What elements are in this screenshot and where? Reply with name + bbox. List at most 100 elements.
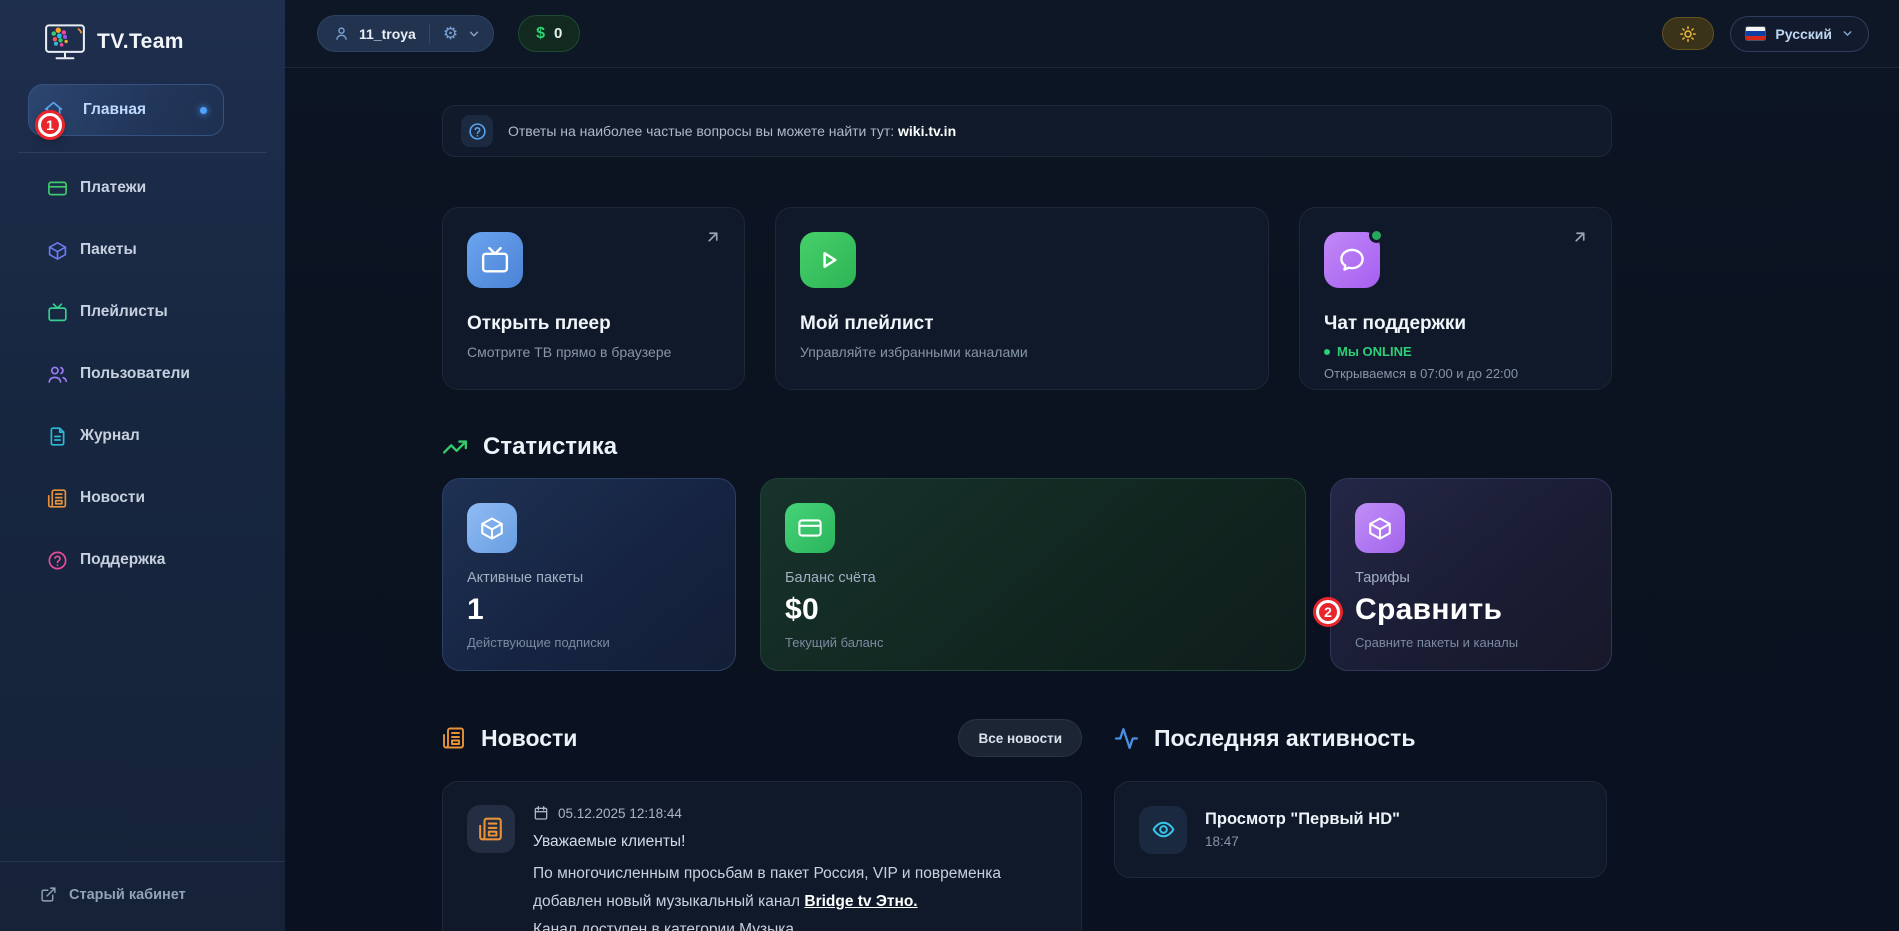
bottom-section: Новости Все новости 05.12.2	[442, 719, 1899, 931]
package-icon	[47, 240, 68, 261]
eye-icon	[1139, 806, 1187, 854]
activity-item: Просмотр "Первый HD" 18:47	[1114, 781, 1607, 878]
online-label: Мы ONLINE	[1337, 344, 1412, 359]
news-channel-link[interactable]: Bridge tv Этно.	[804, 893, 917, 910]
sidebar-item-journal[interactable]: Журнал	[0, 405, 285, 467]
user-menu[interactable]: 11_troya ⚙	[317, 15, 494, 52]
sidebar-divider	[18, 152, 267, 153]
active-packages-card: Активные пакеты 1 Действующие подписки	[442, 478, 736, 671]
news-item-content: 05.12.2025 12:18:44 Уважаемые клиенты! П…	[533, 805, 1057, 931]
stat-label: Активные пакеты	[467, 570, 711, 586]
username: 11_troya	[359, 26, 416, 42]
sidebar-item-label: Журнал	[80, 427, 140, 445]
stats-title: Статистика	[483, 433, 617, 461]
newspaper-icon	[47, 488, 68, 509]
sidebar-item-playlists[interactable]: Плейлисты	[0, 281, 285, 343]
stat-label: Баланс счёта	[785, 570, 1281, 586]
news-body: По многочисленным просьбам в пакет Росси…	[533, 860, 1057, 916]
activity-title: Последняя активность	[1154, 725, 1416, 752]
compare-link[interactable]: Сравнить	[1355, 593, 1587, 627]
russian-flag-icon	[1745, 26, 1766, 41]
stats-header: Статистика	[442, 433, 1899, 461]
activity-column: Последняя активность Просмотр "Первый HD…	[1114, 719, 1607, 931]
newspaper-icon	[442, 726, 466, 750]
news-date: 05.12.2025 12:18:44	[558, 806, 682, 821]
page-content: Ответы на наиболее частые вопросы вы мож…	[285, 68, 1899, 931]
news-title: Новости	[481, 725, 577, 752]
news-column: Новости Все новости 05.12.2	[442, 719, 1082, 931]
sidebar-item-label: Новости	[80, 489, 145, 507]
sidebar-item-label: Плейлисты	[80, 303, 168, 321]
sidebar-item-label: Главная	[83, 101, 146, 119]
sidebar-item-users[interactable]: Пользователи	[0, 343, 285, 405]
stat-value: $0	[785, 593, 1281, 627]
stats-cards: Активные пакеты 1 Действующие подписки Б…	[442, 478, 1612, 671]
package-icon	[467, 503, 517, 553]
package-open-icon	[1355, 503, 1405, 553]
stat-sub: Действующие подписки	[467, 635, 711, 650]
chip-divider	[429, 24, 430, 44]
balance-value: 0	[554, 25, 562, 42]
calendar-icon	[533, 805, 549, 821]
external-link-icon	[40, 886, 57, 903]
card-subtitle: Управляйте избранными каналами	[800, 344, 1244, 360]
app-root: TV.Team Главная Платежи П	[0, 0, 1899, 931]
stat-sub: Сравните пакеты и каналы	[1355, 635, 1587, 650]
wiki-link[interactable]: wiki.tv.in	[898, 123, 956, 139]
old-cabinet-link[interactable]: Старый кабинет	[0, 861, 285, 931]
news-date-row: 05.12.2025 12:18:44	[533, 805, 1057, 821]
sidebar-item-support[interactable]: Поддержка	[0, 529, 285, 591]
support-hours: Открываемся в 07:00 и до 22:00	[1324, 366, 1587, 381]
my-playlist-card[interactable]: Мой плейлист Управляйте избранными канал…	[775, 207, 1269, 390]
active-indicator-dot	[200, 107, 207, 114]
news-item: 05.12.2025 12:18:44 Уважаемые клиенты! П…	[442, 781, 1082, 931]
theme-toggle-button[interactable]	[1662, 17, 1714, 50]
sidebar-item-payments[interactable]: Платежи	[0, 157, 285, 219]
faq-text: Ответы на наиболее частые вопросы вы мож…	[508, 123, 898, 139]
question-circle-icon	[461, 115, 493, 147]
brand-logo: TV.Team	[0, 0, 285, 70]
stat-sub: Текущий баланс	[785, 635, 1281, 650]
language-selector[interactable]: Русский	[1730, 16, 1869, 52]
balance-pill[interactable]: $ 0	[518, 15, 580, 52]
language-label: Русский	[1775, 26, 1832, 42]
online-status: Мы ONLINE	[1324, 344, 1587, 359]
sidebar-item-news[interactable]: Новости	[0, 467, 285, 529]
file-text-icon	[47, 426, 68, 447]
dollar-icon: $	[536, 25, 545, 43]
news-body-text: По многочисленным просьбам в пакет Росси…	[533, 865, 1001, 910]
sidebar-item-label: Платежи	[80, 179, 146, 197]
sidebar-item-packages[interactable]: Пакеты	[0, 219, 285, 281]
quick-actions: Открыть плеер Смотрите ТВ прямо в браузе…	[442, 207, 1612, 390]
gear-icon[interactable]: ⚙	[443, 25, 458, 42]
tv-icon	[467, 232, 523, 288]
sidebar-item-label: Пакеты	[80, 241, 137, 259]
chevron-down-icon	[1841, 27, 1854, 40]
open-player-card[interactable]: Открыть плеер Смотрите ТВ прямо в браузе…	[442, 207, 745, 390]
chevron-down-icon[interactable]	[467, 27, 481, 41]
brand-name: TV.Team	[97, 30, 184, 54]
credit-card-icon	[47, 178, 68, 199]
tariffs-compare-card[interactable]: Тарифы Сравнить Сравните пакеты и каналы	[1330, 478, 1612, 671]
tv-icon	[47, 302, 68, 323]
stat-value: 1	[467, 593, 711, 627]
user-icon	[333, 25, 350, 42]
balance-card: Баланс счёта $0 Текущий баланс	[760, 478, 1306, 671]
sidebar-item-label: Пользователи	[80, 365, 190, 383]
card-title: Чат поддержки	[1324, 313, 1587, 335]
activity-header: Последняя активность	[1114, 719, 1607, 757]
annotation-marker-1: 1	[38, 113, 62, 137]
sidebar-nav: Главная Платежи Пакеты Плейл	[0, 84, 285, 591]
stat-label: Тарифы	[1355, 570, 1587, 586]
main-area: 11_troya ⚙ $ 0 Русский	[285, 0, 1899, 931]
chat-bubble-icon	[1324, 232, 1380, 288]
all-news-button[interactable]: Все новости	[958, 719, 1082, 757]
newspaper-icon	[467, 805, 515, 853]
help-circle-icon	[47, 550, 68, 571]
users-icon	[47, 364, 68, 385]
arrow-up-right-icon	[1571, 228, 1589, 246]
topbar: 11_troya ⚙ $ 0 Русский	[285, 0, 1899, 68]
news-header: Новости Все новости	[442, 719, 1082, 757]
support-chat-card[interactable]: Чат поддержки Мы ONLINE Открываемся в 07…	[1299, 207, 1612, 390]
news-greeting: Уважаемые клиенты!	[533, 833, 1057, 851]
